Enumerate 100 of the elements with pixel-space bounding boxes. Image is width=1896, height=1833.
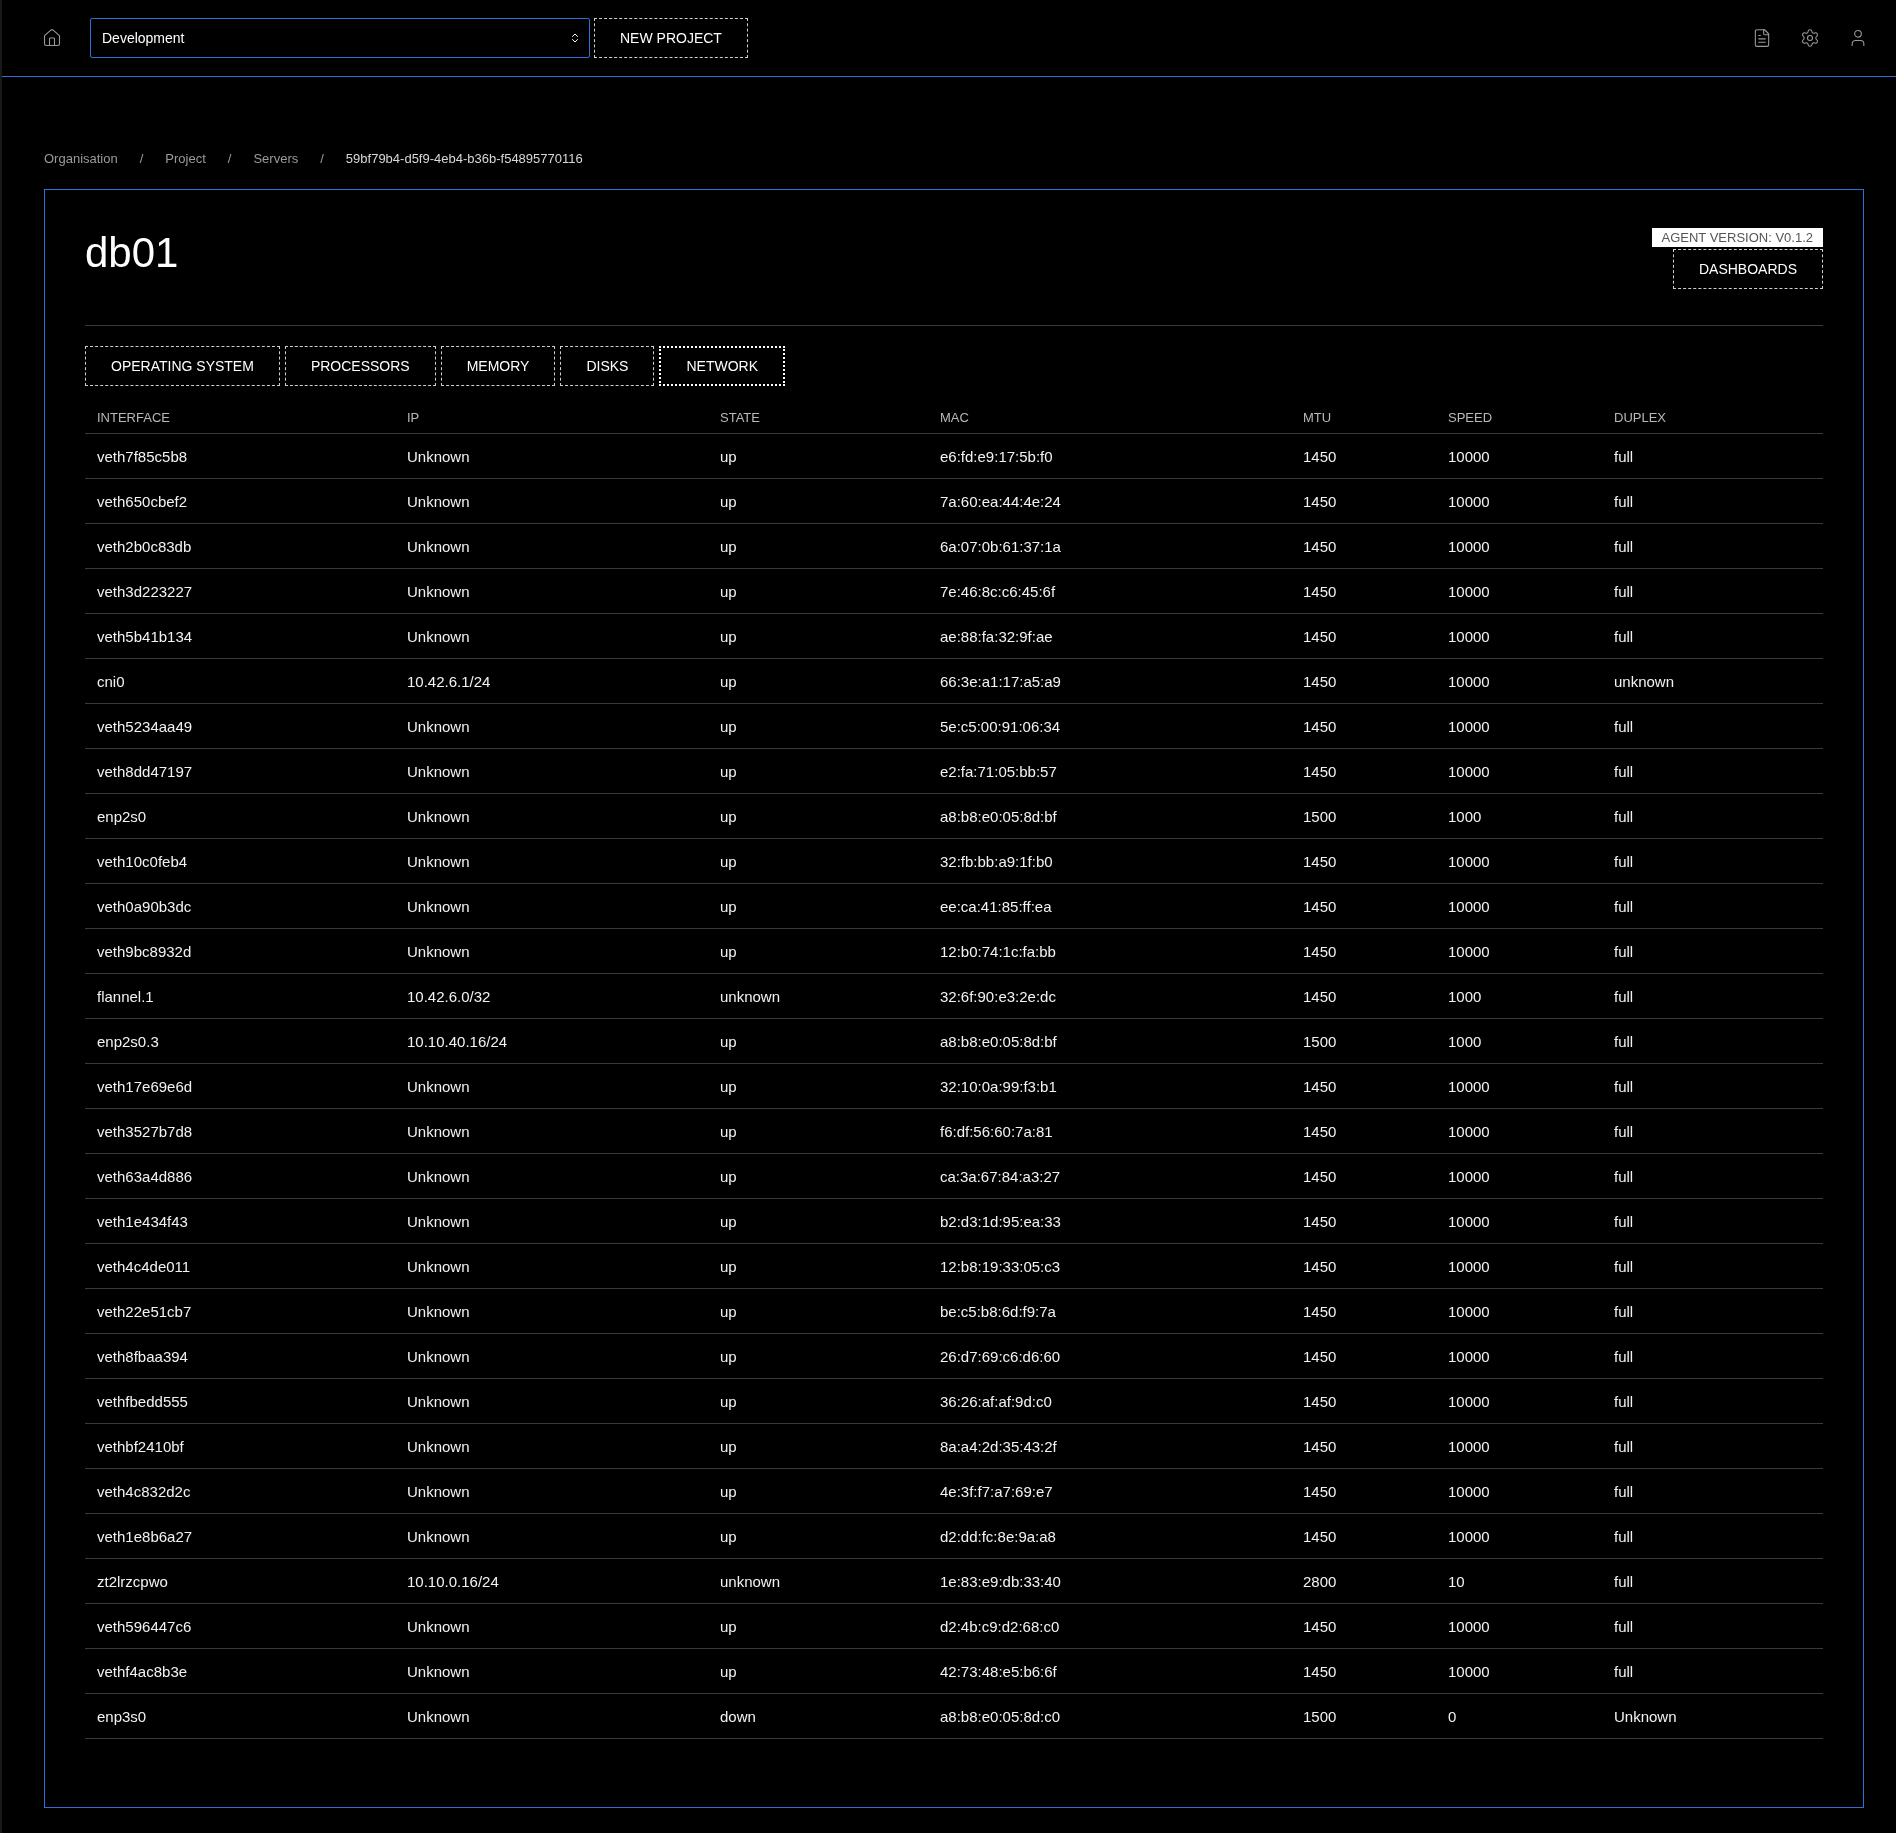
table-cell: full [1602, 1378, 1823, 1424]
table-cell: full [1602, 568, 1823, 614]
table-cell: 10000 [1436, 1153, 1602, 1199]
column-header: IP [395, 410, 708, 434]
table-cell: veth63a4d886 [85, 1153, 395, 1199]
table-cell: Unknown [395, 928, 708, 974]
table-cell: up [708, 433, 928, 479]
table-cell: 1000 [1436, 1018, 1602, 1064]
table-cell: Unknown [395, 748, 708, 794]
table-cell: a8:b8:e0:05:8d:c0 [928, 1693, 1291, 1739]
table-cell: e2:fa:71:05:bb:57 [928, 748, 1291, 794]
table-cell: 1450 [1291, 1243, 1436, 1289]
column-header: MAC [928, 410, 1291, 434]
table-cell: Unknown [395, 703, 708, 749]
table-cell: full [1602, 1243, 1823, 1289]
table-cell: 10000 [1436, 1603, 1602, 1649]
table-cell: veth17e69e6d [85, 1063, 395, 1109]
table-cell: up [708, 523, 928, 569]
table-cell: 10000 [1436, 703, 1602, 749]
table-cell: d2:4b:c9:d2:68:c0 [928, 1603, 1291, 1649]
table-cell: 10000 [1436, 1333, 1602, 1379]
table-cell: 0 [1436, 1693, 1602, 1739]
project-select[interactable]: Development [90, 18, 590, 58]
table-cell: 10000 [1436, 1423, 1602, 1469]
table-cell: vethfbedd555 [85, 1378, 395, 1424]
table-cell: veth1e434f43 [85, 1198, 395, 1244]
table-cell: Unknown [395, 1288, 708, 1334]
table-cell: b2:d3:1d:95:ea:33 [928, 1198, 1291, 1244]
table-cell: enp3s0 [85, 1693, 395, 1739]
table-cell: zt2lrzcpwo [85, 1558, 395, 1604]
table-cell: Unknown [395, 883, 708, 929]
table-cell: full [1602, 1288, 1823, 1334]
breadcrumb-link[interactable]: Servers [253, 151, 299, 166]
tab[interactable]: OPERATING SYSTEM [85, 346, 280, 386]
tab[interactable]: MEMORY [440, 346, 556, 386]
table-cell: full [1602, 928, 1823, 974]
column-header: SPEED [1436, 410, 1602, 434]
table-cell: up [708, 658, 928, 704]
breadcrumb-link[interactable]: Organisation [44, 151, 118, 166]
table-cell: Unknown [395, 1693, 708, 1739]
table-cell: 1500 [1291, 793, 1436, 839]
table-cell: 10000 [1436, 1063, 1602, 1109]
table-cell: Unknown [395, 1468, 708, 1514]
table-cell: ae:88:fa:32:9f:ae [928, 613, 1291, 659]
table-cell: be:c5:b8:6d:f9:7a [928, 1288, 1291, 1334]
table-cell: Unknown [1602, 1693, 1823, 1739]
table-cell: 10000 [1436, 658, 1602, 704]
document-icon[interactable] [1752, 28, 1772, 48]
table-cell: full [1602, 1648, 1823, 1694]
table-cell: 1450 [1291, 1288, 1436, 1334]
table-cell: veth5234aa49 [85, 703, 395, 749]
dashboards-button[interactable]: DASHBOARDS [1672, 249, 1823, 289]
table-cell: 12:b8:19:33:05:c3 [928, 1243, 1291, 1289]
table-cell: 10000 [1436, 883, 1602, 929]
table-cell: full [1602, 1333, 1823, 1379]
table-cell: 7a:60:ea:44:4e:24 [928, 478, 1291, 524]
table-cell: 10 [1436, 1558, 1602, 1604]
table-cell: 1450 [1291, 613, 1436, 659]
table-cell: 7e:46:8c:c6:45:6f [928, 568, 1291, 614]
table-cell: 1450 [1291, 658, 1436, 704]
home-icon[interactable] [42, 28, 62, 48]
table-cell: full [1602, 1108, 1823, 1154]
table-cell: up [708, 793, 928, 839]
table-cell: 32:6f:90:e3:2e:dc [928, 973, 1291, 1019]
table-cell: up [708, 1288, 928, 1334]
table-cell: Unknown [395, 1603, 708, 1649]
new-project-button[interactable]: NEW PROJECT [594, 18, 748, 58]
table-cell: veth1e8b6a27 [85, 1513, 395, 1559]
table-cell: 1450 [1291, 973, 1436, 1019]
table-cell: 1450 [1291, 928, 1436, 974]
table-cell: 10000 [1436, 1648, 1602, 1694]
table-cell: full [1602, 1513, 1823, 1559]
tab[interactable]: NETWORK [659, 346, 785, 386]
table-cell: up [708, 703, 928, 749]
breadcrumb-separator: / [227, 151, 232, 166]
table-cell: full [1602, 1468, 1823, 1514]
breadcrumb-separator: / [320, 151, 324, 166]
table-cell: up [708, 1108, 928, 1154]
tab[interactable]: DISKS [560, 346, 655, 386]
breadcrumb-link[interactable]: 59bf79b4-d5f9-4eb4-b36b-f54895770116 [345, 151, 583, 166]
table-cell: up [708, 1648, 928, 1694]
table-cell: ca:3a:67:84:a3:27 [928, 1153, 1291, 1199]
table-cell: veth650cbef2 [85, 478, 395, 524]
table-cell: full [1602, 1198, 1823, 1244]
table-cell: up [708, 1333, 928, 1379]
table-cell: up [708, 568, 928, 614]
table-cell: 10.42.6.0/32 [395, 973, 708, 1019]
tab[interactable]: PROCESSORS [284, 346, 436, 386]
table-cell: unknown [708, 1558, 928, 1604]
table-cell: Unknown [395, 568, 708, 614]
table-cell: 1000 [1436, 973, 1602, 1019]
table-cell: 1450 [1291, 1468, 1436, 1514]
table-cell: Unknown [395, 1243, 708, 1289]
table-cell: 1500 [1291, 1693, 1436, 1739]
breadcrumb-link[interactable]: Project [165, 151, 206, 166]
table-cell: full [1602, 613, 1823, 659]
table-cell: 1450 [1291, 1423, 1436, 1469]
table-cell: 1000 [1436, 793, 1602, 839]
table-cell: full [1602, 1603, 1823, 1649]
settings-icon[interactable] [1800, 28, 1820, 48]
